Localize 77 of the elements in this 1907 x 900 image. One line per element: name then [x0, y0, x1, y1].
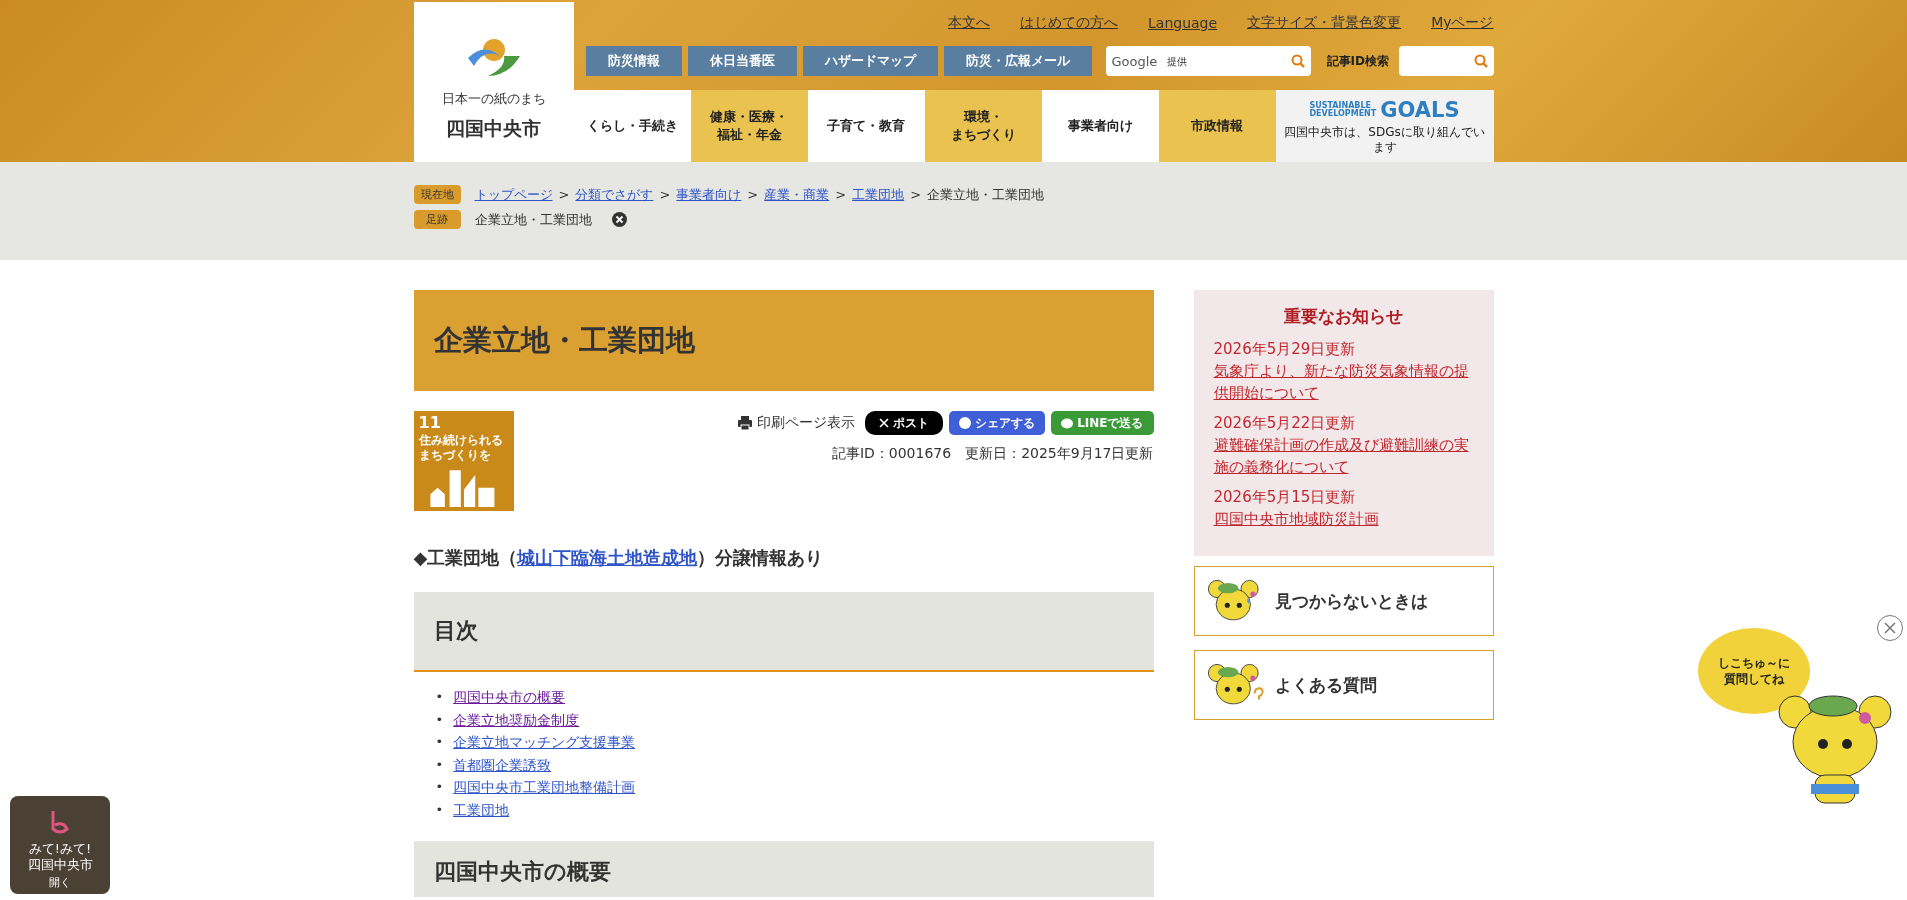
utility-link[interactable]: Language	[1148, 15, 1218, 31]
sdg-goal-badge: 11 住み続けられる まちづくりを	[413, 411, 514, 511]
breadcrumb-separator: >	[835, 187, 847, 202]
list-bullet: •	[435, 710, 444, 729]
section-heading: 目次	[413, 592, 1154, 672]
notice-heading: 重要なお知らせ	[1283, 305, 1404, 328]
logo-tagline: 日本一の紙のまち	[441, 90, 546, 108]
nav-tab[interactable]: 環境・ まちづくり	[924, 90, 1042, 162]
help-banner[interactable]: よくある質問	[1193, 650, 1494, 720]
notice-date: 2026年5月22日更新	[1213, 413, 1357, 434]
breadcrumb-link[interactable]: 分類でさがす	[575, 185, 654, 204]
quick-link-button[interactable]: 休日当番医	[687, 46, 797, 76]
close-icon[interactable]	[611, 212, 627, 227]
toc-link[interactable]: 首都圏企業誘致	[453, 753, 552, 776]
article-meta: 記事ID：0001676 更新日：2025年9月17日更新	[831, 445, 1154, 463]
site-name[interactable]: 四国中央市	[446, 116, 541, 142]
list-bullet: •	[435, 733, 444, 751]
history-item[interactable]: 企業立地・工業団地	[474, 210, 592, 229]
toc-link[interactable]: 四国中央市工業団地整備計画	[453, 776, 636, 799]
notice-link[interactable]: 四国中央市地域防災計画	[1213, 508, 1474, 530]
notice-date: 2026年5月29日更新	[1213, 339, 1357, 360]
x-logo-icon	[879, 418, 890, 428]
id-search-field[interactable]	[1398, 46, 1494, 76]
chat-bubble-icon	[1061, 417, 1074, 429]
quick-link-button[interactable]: 防災情報	[585, 46, 682, 76]
close-icon	[1884, 622, 1896, 634]
share-button[interactable]: シェアする	[949, 411, 1046, 435]
list-bullet: •	[435, 800, 444, 819]
notice-link[interactable]: 城山下臨海土地造成地	[517, 547, 698, 568]
breadcrumb-separator: >	[910, 187, 922, 202]
search-icon[interactable]	[1290, 54, 1305, 68]
nav-tab[interactable]: 市政情報	[1158, 90, 1276, 162]
toc-link[interactable]: 四国中央市の概要	[453, 686, 566, 709]
toc-link[interactable]: 工業団地	[453, 798, 510, 821]
facebook-icon	[959, 417, 972, 429]
list-bullet: •	[435, 755, 444, 774]
location-label: 現在地	[413, 185, 461, 204]
help-banner[interactable]: 見つからないときは	[1193, 566, 1494, 636]
section-heading: 四国中央市の概要	[413, 841, 1154, 897]
utility-link[interactable]: はじめての方へ	[1020, 14, 1119, 32]
history-label: 足跡	[413, 210, 461, 229]
utility-link[interactable]: Myページ	[1431, 14, 1494, 32]
list-bullet: •	[435, 778, 444, 796]
breadcrumb-link[interactable]: 事業者向け	[676, 185, 742, 204]
toc-link[interactable]: 企業立地奨励金制度	[453, 708, 580, 731]
breadcrumb-separator: >	[747, 187, 759, 202]
share-button[interactable]: LINEで送る	[1051, 411, 1154, 435]
quick-link-button[interactable]: 防災・広報メール	[943, 46, 1092, 76]
nav-tab[interactable]: くらし・手続き	[573, 90, 691, 162]
breadcrumb-separator: >	[558, 187, 570, 202]
search-icon[interactable]	[1473, 54, 1488, 68]
share-button[interactable]: ポスト	[865, 411, 944, 435]
notice-text: ◆工業団地（城山下臨海土地造成地）分譲情報あり	[413, 546, 825, 570]
breadcrumb-link[interactable]: 産業・商業	[764, 185, 830, 204]
id-search-label: 記事ID検索	[1326, 52, 1389, 70]
breadcrumb-separator: >	[659, 187, 671, 202]
notice-link[interactable]: 避難確保計画の作成及び避難訓練の実施の義務化について	[1213, 434, 1474, 478]
breadcrumb-current: 企業立地・工業団地	[927, 185, 1045, 204]
utility-link[interactable]: 文字サイズ・背景色変更	[1247, 14, 1402, 32]
speech-balloon[interactable]: しこちゅ～に 質問してね	[1698, 628, 1810, 714]
utility-link[interactable]: 本文へ	[948, 14, 991, 32]
printer-icon	[738, 416, 753, 430]
nav-tab[interactable]: 健康・医療・ 福祉・年金	[690, 90, 808, 162]
site-search-field[interactable]: Google 提供	[1105, 46, 1311, 76]
list-bullet: •	[435, 688, 444, 706]
print-link[interactable]: 印刷ページ表示	[738, 414, 856, 432]
notice-link[interactable]: 気象庁より、新たな防災気象情報の提供開始について	[1213, 360, 1474, 404]
breadcrumb-link[interactable]: トップページ	[474, 185, 553, 204]
close-button[interactable]	[1877, 615, 1903, 641]
nav-tab[interactable]: 事業者向け	[1041, 90, 1159, 162]
toc-link[interactable]: 企業立地マッチング支援事業	[453, 731, 636, 754]
notice-date: 2026年5月15日更新	[1213, 487, 1357, 508]
breadcrumb-link[interactable]: 工業団地	[852, 185, 905, 204]
open-widget-button[interactable]: みて!みて! 四国中央市 開く	[10, 796, 110, 894]
page-title: 企業立地・工業団地	[413, 290, 1154, 391]
nav-tab[interactable]: 子育て・教育	[807, 90, 925, 162]
quick-link-button[interactable]: ハザードマップ	[802, 46, 938, 76]
